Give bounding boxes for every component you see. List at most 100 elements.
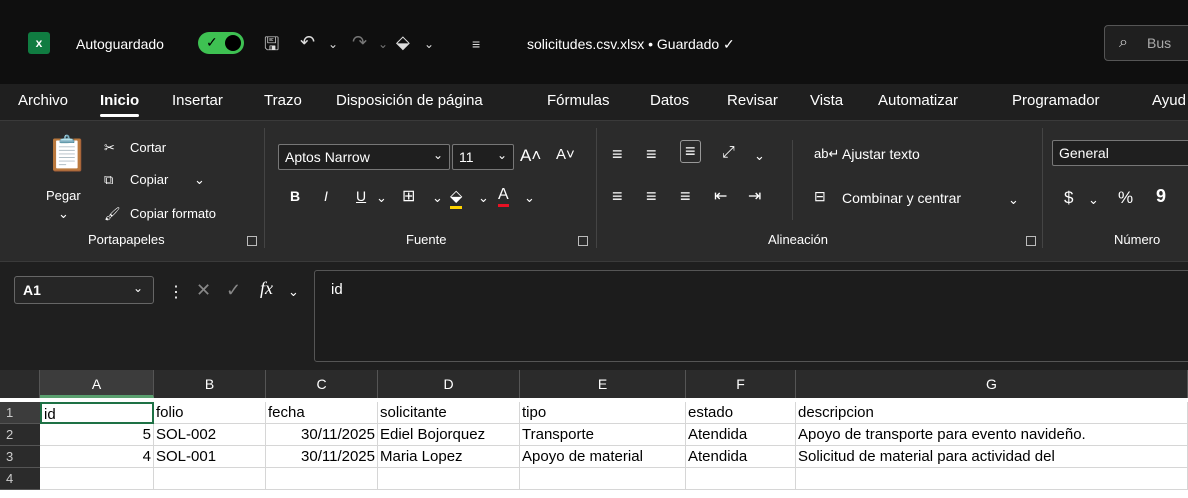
align-bottom-icon[interactable]: ≡ — [680, 140, 701, 163]
paste-icon[interactable]: 📋 — [46, 134, 88, 174]
bold-button[interactable]: B — [290, 188, 300, 204]
search-box[interactable]: ⌕ Bus — [1104, 25, 1188, 61]
column-header-a[interactable]: A — [40, 370, 154, 398]
font-launcher-icon[interactable] — [578, 236, 588, 246]
italic-button[interactable]: I — [324, 188, 328, 204]
insert-function-button[interactable]: fx — [260, 278, 273, 299]
underline-button[interactable]: U — [356, 188, 366, 204]
tab-formulas[interactable]: Fórmulas — [547, 92, 610, 109]
copy-dropdown-icon[interactable]: ⌄ — [194, 172, 205, 188]
column-header-b[interactable]: B — [154, 370, 266, 398]
cell-a1[interactable]: id — [40, 402, 154, 424]
cell-b3[interactable]: SOL-001 — [154, 446, 266, 468]
cell-b2[interactable]: SOL-002 — [154, 424, 266, 446]
fill-color-icon[interactable]: ⬙ — [450, 186, 463, 209]
select-all-corner[interactable] — [0, 370, 40, 398]
cell-b1[interactable]: folio — [154, 402, 266, 424]
orientation-icon[interactable]: ⤢ — [722, 144, 735, 162]
copy-button[interactable]: Copiar — [130, 172, 168, 187]
tab-datos[interactable]: Datos — [650, 92, 689, 109]
currency-icon[interactable]: $ — [1064, 188, 1073, 208]
cell-f3[interactable]: Atendida — [686, 446, 796, 468]
number-format-select[interactable]: General — [1052, 140, 1188, 166]
paste-button[interactable]: Pegar — [46, 188, 81, 203]
row-header-3[interactable]: 3 — [0, 446, 40, 468]
cell-d4[interactable] — [378, 468, 520, 490]
cell-g4[interactable] — [796, 468, 1188, 490]
cut-button[interactable]: Cortar — [130, 140, 166, 155]
more-options-icon[interactable]: ⋮ — [168, 282, 184, 302]
column-header-d[interactable]: D — [378, 370, 520, 398]
fill-dropdown-icon[interactable]: ⌄ — [424, 37, 434, 51]
paste-dropdown-icon[interactable]: ⌄ — [58, 206, 69, 222]
tab-vista[interactable]: Vista — [810, 92, 843, 109]
fill-color-icon[interactable]: ⬙ — [396, 32, 410, 53]
tab-revisar[interactable]: Revisar — [727, 92, 778, 109]
cell-g3[interactable]: Solicitud de material para actividad del — [796, 446, 1188, 468]
tab-disposicion[interactable]: Disposición de página — [336, 92, 483, 109]
cell-b4[interactable] — [154, 468, 266, 490]
cell-g2[interactable]: Apoyo de transporte para evento navideño… — [796, 424, 1188, 446]
alignment-launcher-icon[interactable] — [1026, 236, 1036, 246]
cell-a4[interactable] — [40, 468, 154, 490]
row-header-1[interactable]: 1 — [0, 402, 40, 424]
orientation-dropdown-icon[interactable]: ⌄ — [754, 148, 765, 164]
cell-f1[interactable]: estado — [686, 402, 796, 424]
fx-dropdown-icon[interactable]: ⌄ — [288, 284, 299, 300]
font-name-select[interactable]: Aptos Narrow ⌄ — [278, 144, 450, 170]
cell-e2[interactable]: Transporte — [520, 424, 686, 446]
align-left-icon[interactable]: ≡ — [612, 186, 623, 207]
font-size-select[interactable]: 11 ⌄ — [452, 144, 514, 170]
cell-c2[interactable]: 30/11/2025 — [266, 424, 378, 446]
row-header-4[interactable]: 4 — [0, 468, 40, 490]
comma-style-icon[interactable]: 9 — [1156, 186, 1166, 207]
column-header-g[interactable]: G — [796, 370, 1188, 398]
column-header-e[interactable]: E — [520, 370, 686, 398]
decrease-indent-icon[interactable]: ⇤ — [714, 186, 727, 206]
currency-dropdown-icon[interactable]: ⌄ — [1088, 192, 1099, 208]
cell-c4[interactable] — [266, 468, 378, 490]
align-center-icon[interactable]: ≡ — [646, 186, 657, 207]
font-color-dropdown-icon[interactable]: ⌄ — [524, 190, 535, 206]
clipboard-launcher-icon[interactable] — [247, 236, 257, 246]
cell-e3[interactable]: Apoyo de material — [520, 446, 686, 468]
percent-icon[interactable]: % — [1118, 188, 1133, 208]
formula-input[interactable]: id — [314, 270, 1188, 362]
column-header-c[interactable]: C — [266, 370, 378, 398]
increase-font-icon[interactable]: A˄ — [520, 146, 541, 166]
format-painter-button[interactable]: Copiar formato — [130, 206, 216, 221]
undo-icon[interactable]: ↶ — [300, 32, 315, 53]
cell-d3[interactable]: Maria Lopez — [378, 446, 520, 468]
borders-dropdown-icon[interactable]: ⌄ — [432, 190, 443, 206]
cut-icon[interactable]: ✂ — [104, 140, 115, 156]
tab-automatizar[interactable]: Automatizar — [878, 92, 958, 109]
cell-d1[interactable]: solicitante — [378, 402, 520, 424]
underline-dropdown-icon[interactable]: ⌄ — [376, 190, 387, 206]
cell-f2[interactable]: Atendida — [686, 424, 796, 446]
tab-trazo[interactable]: Trazo — [264, 92, 302, 109]
autosave-toggle[interactable]: ✓ — [198, 32, 244, 54]
align-right-icon[interactable]: ≡ — [680, 186, 691, 207]
save-icon[interactable]: 🖫 — [264, 32, 279, 62]
wrap-text-icon[interactable]: ab↵ — [814, 146, 839, 162]
column-header-f[interactable]: F — [686, 370, 796, 398]
document-title[interactable]: solicitudes.csv.xlsx • Guardado ✓ — [527, 36, 735, 53]
cell-e1[interactable]: tipo — [520, 402, 686, 424]
spreadsheet-grid[interactable]: A B C D E F G 1 id folio fecha solicitan… — [0, 370, 1188, 498]
copy-icon[interactable]: ⧉ — [104, 172, 113, 188]
tab-programador[interactable]: Programador — [1012, 92, 1100, 109]
merge-center-button[interactable]: Combinar y centrar — [842, 190, 961, 206]
tab-ayuda[interactable]: Ayud — [1152, 92, 1186, 109]
cell-e4[interactable] — [520, 468, 686, 490]
cell-c3[interactable]: 30/11/2025 — [266, 446, 378, 468]
cell-a3[interactable]: 4 — [40, 446, 154, 468]
tab-archivo[interactable]: Archivo — [18, 92, 68, 109]
fill-dropdown-icon[interactable]: ⌄ — [478, 190, 489, 206]
align-top-icon[interactable]: ≡ — [612, 144, 623, 165]
merge-dropdown-icon[interactable]: ⌄ — [1008, 192, 1019, 208]
cell-g1[interactable]: descripcion — [796, 402, 1188, 424]
row-header-2[interactable]: 2 — [0, 424, 40, 446]
cell-d2[interactable]: Ediel Bojorquez — [378, 424, 520, 446]
undo-dropdown-icon[interactable]: ⌄ — [328, 37, 338, 51]
tab-inicio[interactable]: Inicio — [100, 92, 140, 117]
